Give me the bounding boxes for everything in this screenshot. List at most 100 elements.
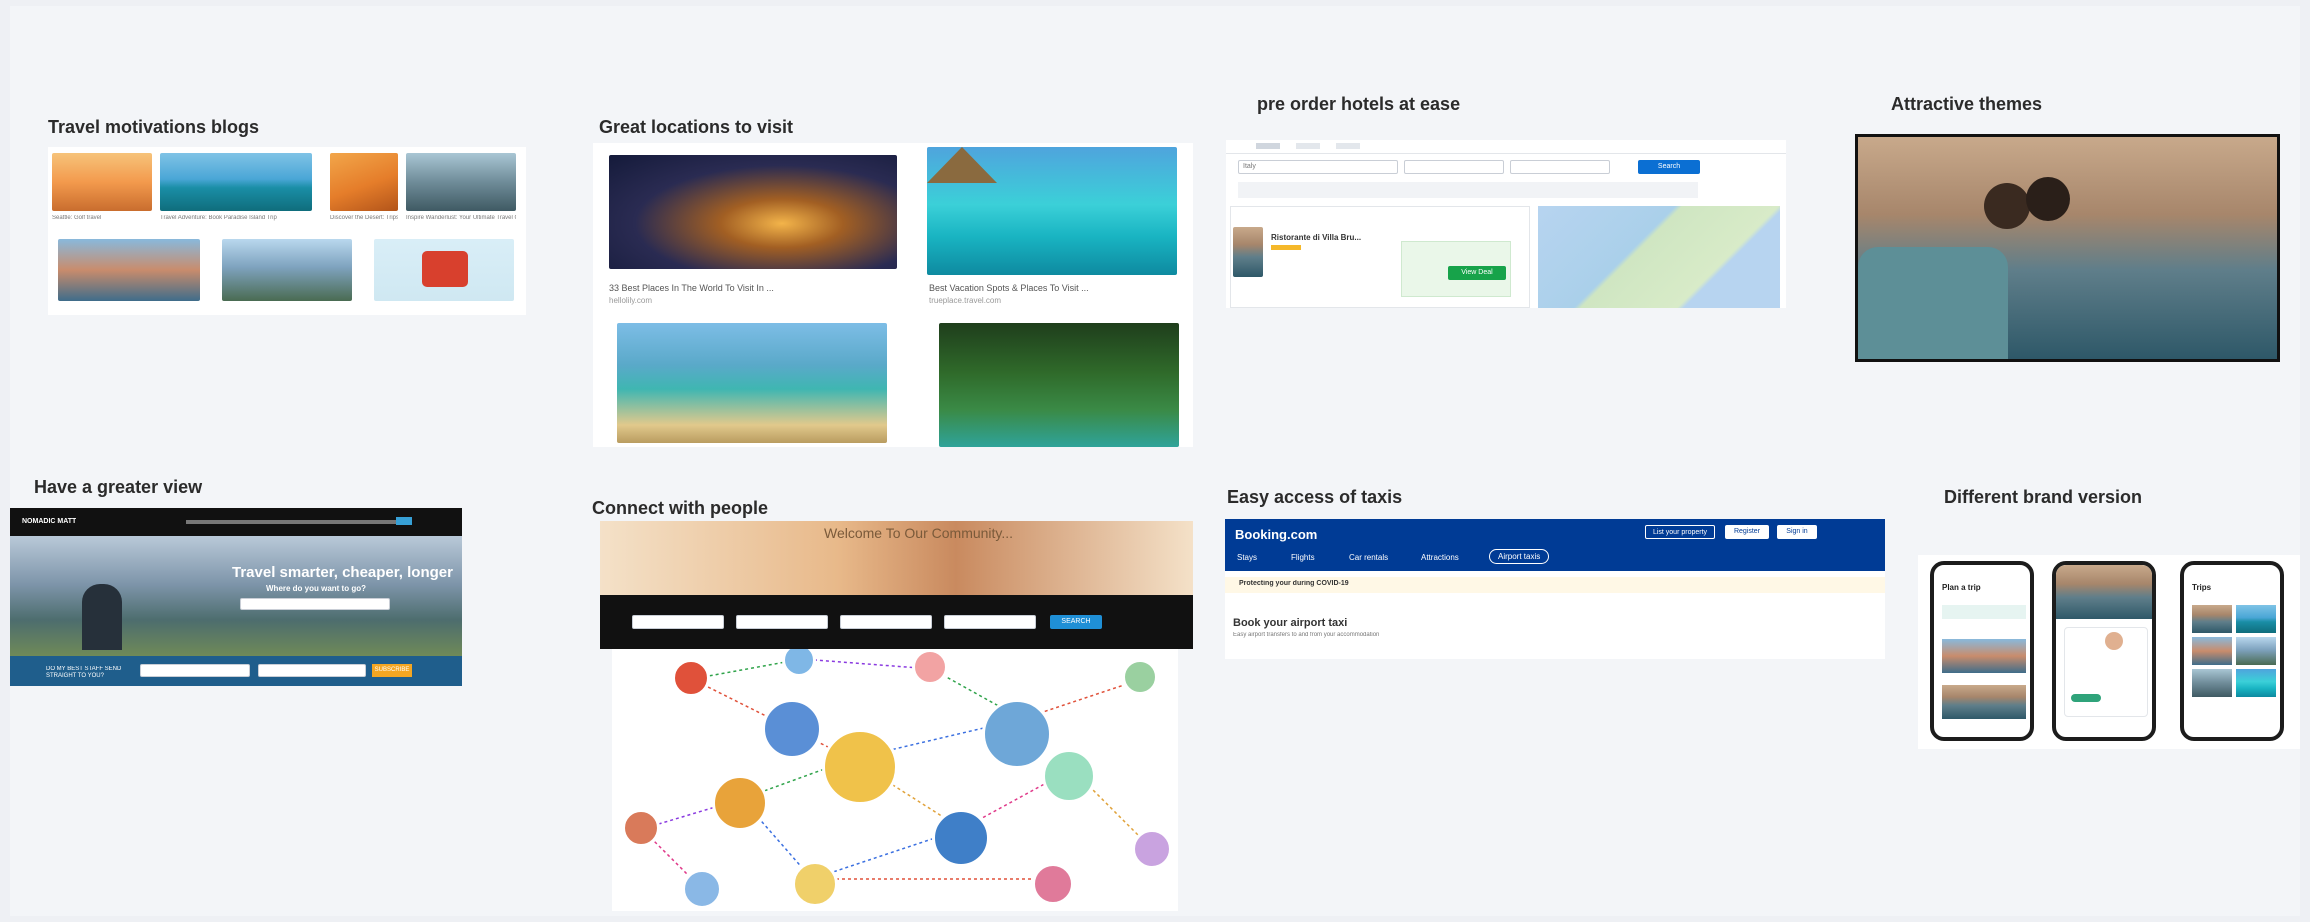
hotels-top-bar <box>1226 140 1786 154</box>
booking-logo[interactable]: Booking.com <box>1235 527 1317 542</box>
hero-image <box>10 536 462 656</box>
booking-tab-stays[interactable]: Stays <box>1237 553 1257 562</box>
blog-thumb-3[interactable] <box>330 153 398 211</box>
phone-mockup-2 <box>2052 561 2156 741</box>
phone-3-image[interactable] <box>2236 605 2276 633</box>
nomadic-header: NOMADIC MATT <box>10 508 462 536</box>
community-filter-3[interactable] <box>840 615 932 629</box>
booking-tab-attractions[interactable]: Attractions <box>1421 553 1459 562</box>
person-avatar[interactable] <box>622 809 660 847</box>
community-search-bar: SEARCH <box>600 595 1193 649</box>
location-photo-forest[interactable] <box>939 323 1179 447</box>
hotel-listing-title: Ristorante di Villa Bru... <box>1271 233 1362 242</box>
person-avatar[interactable] <box>792 861 838 907</box>
booking-notice-text[interactable]: Protecting your during COVID-19 <box>1239 580 1349 587</box>
person-avatar[interactable] <box>712 775 768 831</box>
community-welcome: Welcome To Our Community... <box>824 525 1014 541</box>
phone-3-image[interactable] <box>2236 669 2276 697</box>
person-avatar[interactable] <box>932 809 990 867</box>
travel-blogs-panel: Seattle: Golf travel Travel Adventure: B… <box>48 147 526 315</box>
card-title-taxis: Easy access of taxis <box>1227 487 1403 507</box>
hotels-checkin-field[interactable] <box>1404 160 1504 174</box>
vintage-car <box>1858 247 2008 359</box>
nomadic-nav-button[interactable] <box>396 517 412 525</box>
nomadic-subscribe-button[interactable]: SUBSCRIBE <box>372 664 412 677</box>
hotels-tab[interactable] <box>1256 143 1280 149</box>
person-avatar[interactable] <box>1042 749 1096 803</box>
blog-thumb-7[interactable] <box>374 239 514 301</box>
nomadic-subheadline: Where do you want to go? <box>266 584 366 593</box>
nomadic-headline: Travel smarter, cheaper, longer <box>232 564 453 581</box>
person-avatar[interactable] <box>1132 829 1172 869</box>
card-title-hotels: pre order hotels at ease <box>1257 94 1461 114</box>
phone-3-image[interactable] <box>2236 637 2276 665</box>
card-title-great-locations: Great locations to visit <box>599 117 794 137</box>
nomadic-email-input[interactable] <box>258 664 366 677</box>
phone-2-card[interactable] <box>2064 627 2148 717</box>
booking-list-property-button[interactable]: List your property <box>1645 525 1715 539</box>
blog-thumb-5[interactable] <box>58 239 200 301</box>
phone-3-image[interactable] <box>2192 637 2232 665</box>
nomadic-name-input[interactable] <box>140 664 250 677</box>
card-title-connect: Connect with people <box>592 498 769 518</box>
person-avatar[interactable] <box>1032 863 1074 905</box>
person-avatar[interactable] <box>982 699 1052 769</box>
phone-1-title: Plan a trip <box>1942 583 1981 592</box>
nomadic-footer-text: DO MY BEST STAFF SEND STRAIGHT TO YOU? <box>46 666 122 679</box>
blog-caption-1: Seattle: Golf travel <box>52 215 102 221</box>
hotels-filter-bar[interactable] <box>1238 182 1698 198</box>
booking-taxi-heading: Book your airport taxi <box>1233 617 1348 629</box>
community-filter-4[interactable] <box>944 615 1036 629</box>
phone-1-image[interactable] <box>1942 685 2026 719</box>
hotels-tab[interactable] <box>1296 143 1320 149</box>
location-photo-rocks[interactable] <box>617 323 887 443</box>
booking-tab-car-rentals[interactable]: Car rentals <box>1349 553 1388 562</box>
person-avatar-center[interactable] <box>822 729 898 805</box>
theme-photo[interactable] <box>1855 134 2280 362</box>
location-photo-city[interactable] <box>609 155 897 269</box>
person-avatar[interactable] <box>912 649 948 685</box>
hotels-search-button[interactable]: Search <box>1638 160 1700 174</box>
phone-3-image[interactable] <box>2192 669 2232 697</box>
hotel-listing-card[interactable]: Ristorante di Villa Bru... View Deal <box>1230 206 1530 308</box>
booking-register-button[interactable]: Register <box>1725 525 1769 539</box>
booking-header: Booking.com List your property Register … <box>1225 519 1885 571</box>
blog-thumb-6[interactable] <box>222 239 352 301</box>
community-filter-2[interactable] <box>736 615 828 629</box>
phone-2-hero <box>2056 565 2152 619</box>
booking-tab-flights[interactable]: Flights <box>1291 553 1315 562</box>
location-photo-lagoon[interactable] <box>927 147 1177 275</box>
community-filter-1[interactable] <box>632 615 724 629</box>
brand-version-panel: Plan a trip Trips <box>1918 555 2300 749</box>
person-avatar[interactable] <box>762 699 822 759</box>
booking-tab-airport-taxis[interactable]: Airport taxis <box>1489 549 1550 564</box>
phone-2-avatar <box>2105 632 2123 650</box>
nomadic-signup-bar: DO MY BEST STAFF SEND STRAIGHT TO YOU? S… <box>10 656 462 686</box>
phone-1-icons[interactable] <box>1942 605 2026 619</box>
phone-3-image[interactable] <box>2192 605 2232 633</box>
phone-1-image[interactable] <box>1942 639 2026 673</box>
booking-covid-notice: Protecting your during COVID-19 <box>1225 577 1885 593</box>
blog-thumb-1[interactable] <box>52 153 152 211</box>
hotels-map[interactable] <box>1538 206 1780 308</box>
person-avatar[interactable] <box>682 869 722 909</box>
hotel-view-deal-button[interactable]: View Deal <box>1448 266 1506 280</box>
hotels-tab[interactable] <box>1336 143 1360 149</box>
person-avatar[interactable] <box>672 659 710 697</box>
person-1 <box>1984 183 2030 229</box>
nomadic-logo[interactable]: NOMADIC MATT <box>22 518 76 525</box>
booking-signin-button[interactable]: Sign in <box>1777 525 1817 539</box>
blog-caption-2: Travel Adventure: Book Paradise Island T… <box>160 215 277 221</box>
hotels-search-input[interactable]: Italy <box>1238 160 1398 174</box>
nomadic-destination-input[interactable] <box>240 598 390 610</box>
blog-thumb-4[interactable] <box>406 153 516 211</box>
hotels-guests-field[interactable] <box>1510 160 1610 174</box>
location-source-2: trueplace.travel.com <box>929 296 1002 305</box>
community-search-button[interactable]: SEARCH <box>1050 615 1102 629</box>
person-avatar[interactable] <box>1122 659 1158 695</box>
blog-thumb-2[interactable] <box>160 153 312 211</box>
suitcase-icon <box>422 251 468 287</box>
greater-view-panel: NOMADIC MATT Travel smarter, cheaper, lo… <box>10 508 462 686</box>
hiker-figure <box>82 584 122 650</box>
nomadic-nav[interactable] <box>186 520 396 524</box>
